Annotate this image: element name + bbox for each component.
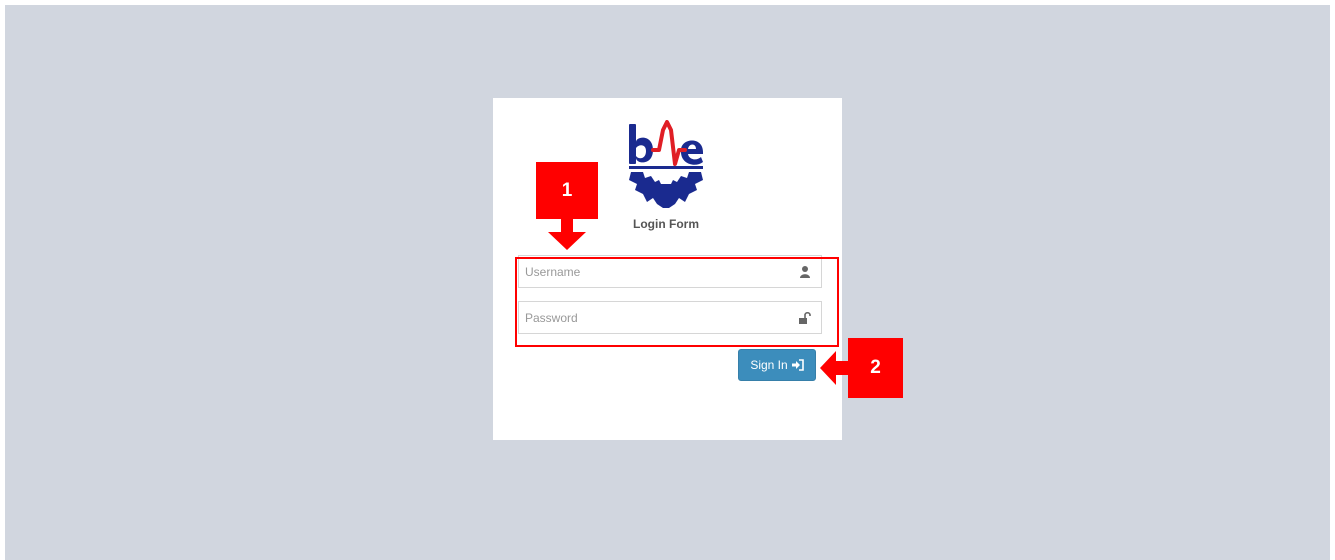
login-form-title: Login Form xyxy=(633,217,699,231)
sign-in-button[interactable]: Sign In xyxy=(738,349,816,381)
arrow-down-icon xyxy=(548,218,586,250)
bme-logo xyxy=(629,120,703,208)
annotation-frame-credentials xyxy=(515,257,839,347)
annotation-step-2: 2 xyxy=(848,338,903,398)
annotation-step-1: 1 xyxy=(536,162,598,219)
sign-in-icon xyxy=(791,359,804,371)
arrow-left-icon xyxy=(820,351,850,385)
sign-in-label: Sign In xyxy=(750,358,788,372)
